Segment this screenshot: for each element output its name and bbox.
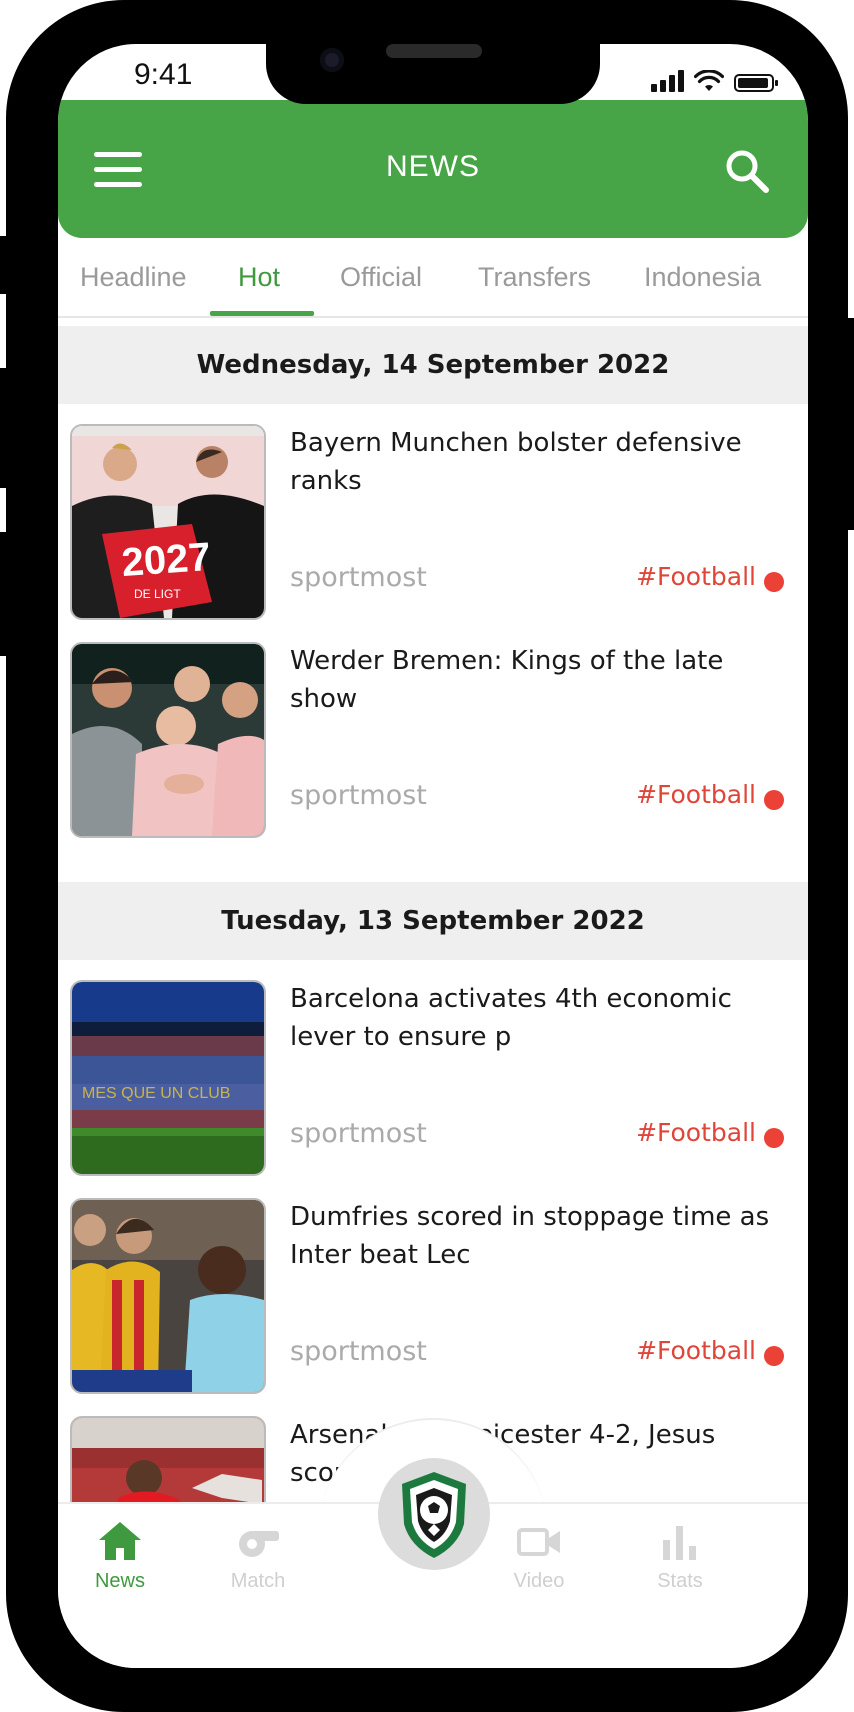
page-title: NEWS [386, 150, 480, 183]
power-button [844, 318, 854, 530]
signal-icon [651, 70, 684, 92]
notch [266, 44, 600, 104]
article-tag[interactable]: #Football [636, 562, 756, 591]
status-time: 9:41 [134, 58, 193, 91]
battery-icon [734, 74, 778, 92]
category-tabs: Headline Hot Official Transfers Indonesi… [58, 238, 808, 318]
date-header: Wednesday, 14 September 2022 [58, 326, 808, 404]
nav-stats[interactable]: Stats [620, 1520, 740, 1593]
nav-match-label: Match [230, 1570, 286, 1592]
unread-dot [764, 790, 784, 810]
svg-text:MES QUE UN CLUB: MES QUE UN CLUB [82, 1085, 230, 1102]
volume-up-button [0, 368, 10, 488]
tab-headline[interactable]: Headline [80, 262, 187, 293]
svg-text:DE LIGT: DE LIGT [134, 587, 181, 601]
tab-official[interactable]: Official [340, 262, 422, 293]
tab-transfers[interactable]: Transfers [478, 262, 591, 293]
speaker-grille [386, 44, 482, 58]
article-source: sportmost [290, 1118, 427, 1149]
article-thumbnail [70, 1416, 266, 1502]
shield-ball-icon [402, 1472, 466, 1558]
nav-stats-label: Stats [657, 1570, 703, 1592]
article-thumbnail [70, 642, 266, 838]
front-camera [320, 48, 344, 72]
bar-chart-icon [663, 1526, 696, 1560]
article-tag[interactable]: #Football [636, 1118, 756, 1147]
volume-down-button [0, 532, 10, 656]
wifi-icon [694, 70, 724, 91]
unread-dot [764, 1346, 784, 1366]
nav-video[interactable]: Video [479, 1520, 599, 1593]
svg-text:2027: 2027 [120, 535, 212, 585]
article-thumbnail [70, 1198, 266, 1394]
news-card[interactable]: 2027 DE LIGT Bayern Munchen bolster defe… [58, 404, 808, 624]
article-tag[interactable]: #Football [636, 780, 756, 809]
nav-news[interactable]: News [60, 1520, 180, 1593]
app-bar: NEWS [58, 100, 808, 238]
news-card[interactable]: Werder Bremen: Kings of the late show sp… [58, 622, 808, 842]
date-header: Tuesday, 13 September 2022 [58, 882, 808, 960]
news-card[interactable]: MES QUE UN CLUB Barcelona activates 4th … [58, 960, 808, 1180]
home-icon [99, 1522, 141, 1560]
tab-indonesia[interactable]: Indonesia [644, 262, 761, 293]
unread-dot [764, 572, 784, 592]
search-icon[interactable] [722, 146, 772, 196]
whistle-icon [239, 1531, 279, 1557]
club-logo-button[interactable] [378, 1458, 490, 1570]
article-source: sportmost [290, 780, 427, 811]
news-card[interactable]: Dumfries scored in stoppage time as Inte… [58, 1178, 808, 1398]
mute-switch [0, 236, 10, 294]
unread-dot [764, 1128, 784, 1148]
article-title: Bayern Munchen bolster defensive ranks [290, 428, 742, 496]
article-title: Barcelona activates 4th economic lever t… [290, 984, 732, 1052]
article-source: sportmost [290, 1336, 427, 1367]
nav-news-label: News [94, 1570, 145, 1592]
news-feed[interactable]: Wednesday, 14 September 2022 2027 DE LIG… [58, 316, 808, 1502]
article-tag[interactable]: #Football [636, 1336, 756, 1365]
status-icons [651, 70, 778, 92]
video-camera-icon [517, 1528, 560, 1556]
phone-frame: 9:41 NEWS Headline Hot Official Transfer… [0, 0, 854, 1712]
article-source: sportmost [290, 562, 427, 593]
screen: 9:41 NEWS Headline Hot Official Transfer… [58, 44, 808, 1668]
article-title: Werder Bremen: Kings of the late show [290, 646, 724, 714]
article-thumbnail: 2027 DE LIGT [70, 424, 266, 620]
article-title: Dumfries scored in stoppage time as Inte… [290, 1202, 770, 1270]
nav-match[interactable]: Match [198, 1520, 318, 1593]
nav-video-label: Video [513, 1570, 565, 1592]
article-thumbnail: MES QUE UN CLUB [70, 980, 266, 1176]
tab-hot[interactable]: Hot [238, 262, 280, 293]
